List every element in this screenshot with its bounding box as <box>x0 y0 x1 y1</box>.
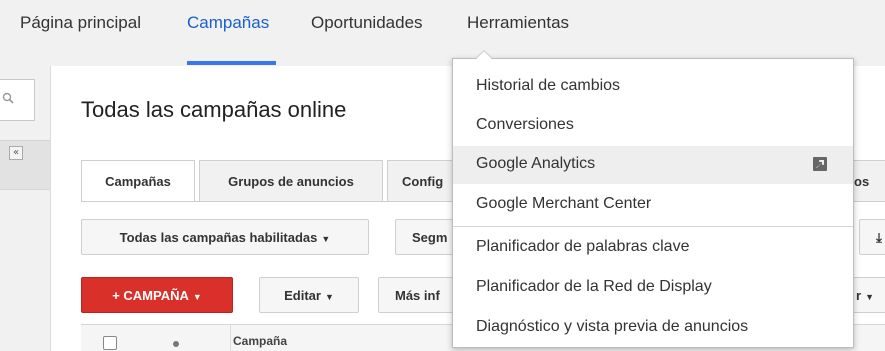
nav-item-home[interactable]: Página principal <box>20 13 141 33</box>
top-navigation: Página principal Campañas Oportunidades … <box>0 0 885 66</box>
page-title: Todas las campañas online <box>81 97 347 122</box>
segment-label: Segm <box>412 230 448 245</box>
column-header-campaign[interactable]: Campaña <box>233 334 287 348</box>
external-link-icon <box>813 157 827 171</box>
chevron-down-icon: ▼ <box>865 292 874 302</box>
search-icon <box>2 92 14 104</box>
menu-item-conversions[interactable]: Conversiones <box>453 107 853 145</box>
columns-label: r <box>856 288 862 303</box>
campaign-filter-dropdown[interactable]: Todas las campañas habilitadas ▼ <box>81 219 369 255</box>
nav-item-campaigns[interactable]: Campañas <box>187 13 269 33</box>
menu-item-ad-preview[interactable]: Diagnóstico y vista previa de anuncios <box>453 309 853 347</box>
chevron-down-icon: ▼ <box>321 234 331 244</box>
tab-label: os <box>854 174 870 189</box>
search-input[interactable] <box>0 79 35 121</box>
active-nav-indicator <box>187 61 276 65</box>
collapse-sidebar-button[interactable]: « <box>0 140 50 190</box>
edit-label: Editar <box>284 288 321 303</box>
nav-item-tools[interactable]: Herramientas <box>467 13 569 33</box>
menu-item-display-planner[interactable]: Planificador de la Red de Display <box>453 269 853 307</box>
tab-label: Config <box>402 174 444 189</box>
tab-ad-groups[interactable]: Grupos de anuncios <box>199 160 383 202</box>
menu-item-google-analytics[interactable]: Google Analytics <box>453 146 853 184</box>
tab-campaigns[interactable]: Campañas <box>81 160 195 202</box>
tab-settings[interactable]: Config <box>387 160 457 202</box>
download-icon: ⤓ <box>876 230 882 245</box>
tab-label: Grupos de anuncios <box>228 174 354 189</box>
nav-item-opportunities[interactable]: Oportunidades <box>311 13 423 33</box>
more-info-button[interactable]: Más inf <box>378 277 458 313</box>
menu-item-change-history[interactable]: Historial de cambios <box>453 68 853 106</box>
download-button[interactable]: ⤓ <box>859 219 885 255</box>
tools-dropdown-menu: Historial de cambios Conversiones Google… <box>452 50 854 348</box>
menu-item-keyword-planner[interactable]: Planificador de palabras clave <box>453 229 853 267</box>
collapse-icon: « <box>9 146 23 160</box>
filter-label: Todas las campañas habilitadas <box>119 230 318 245</box>
header-cell <box>81 325 231 351</box>
menu-item-merchant-center[interactable]: Google Merchant Center <box>453 186 853 224</box>
chevron-down-icon: ▼ <box>324 292 334 302</box>
add-campaign-button[interactable]: + CAMPAÑA ▼ <box>81 277 233 313</box>
menu-divider <box>453 226 853 227</box>
add-campaign-label: + CAMPAÑA <box>112 288 189 303</box>
menu-item-label: Google Analytics <box>476 155 596 172</box>
chevron-down-icon: ▼ <box>192 292 202 302</box>
tab-label: Campañas <box>105 174 171 189</box>
more-info-label: Más inf <box>395 288 440 303</box>
edit-button[interactable]: Editar ▼ <box>259 277 359 313</box>
